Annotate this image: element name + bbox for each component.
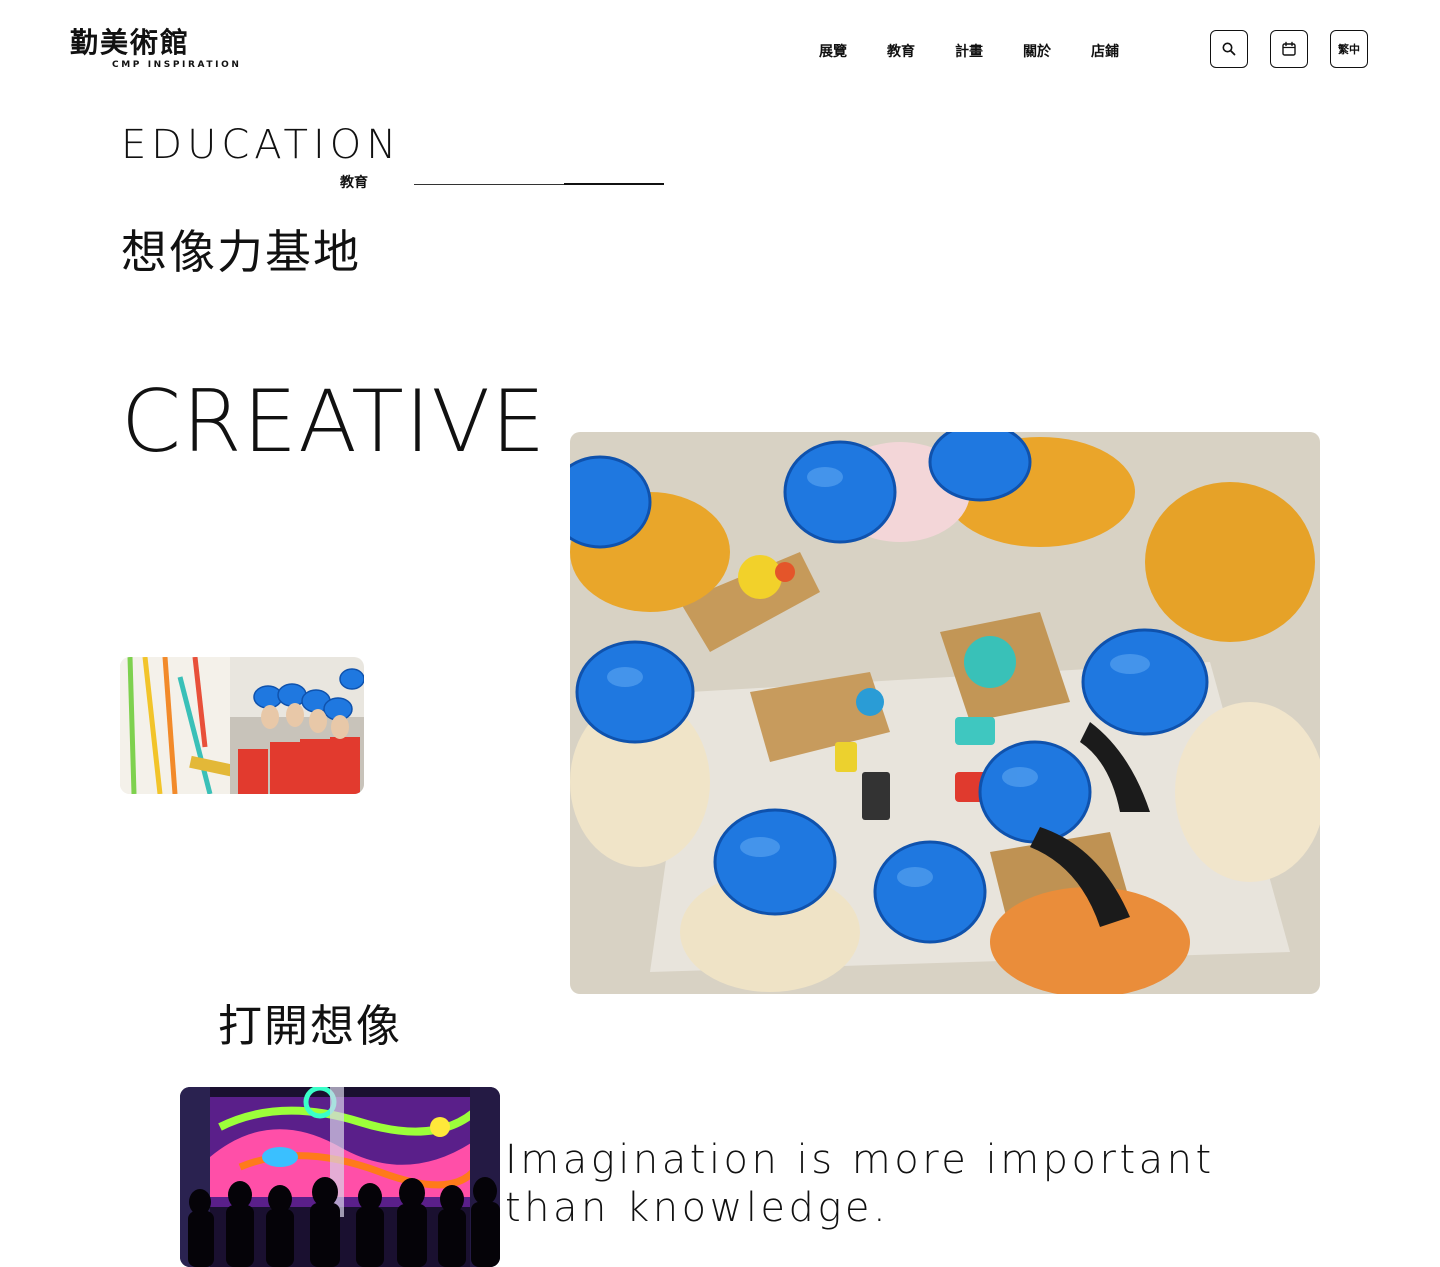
search-icon — [1222, 42, 1236, 56]
page-headline: 想像力基地 — [121, 225, 361, 279]
search-button[interactable] — [1210, 30, 1248, 68]
creative-title: CREATIVE — [121, 372, 547, 472]
wall-painting-photo — [120, 657, 364, 794]
logo-english: CMP INSPIRATION — [112, 60, 242, 70]
divider-line — [414, 184, 564, 185]
nav-item-exhibitions[interactable]: 展覽 — [819, 41, 847, 61]
section-subheadline: 打開想像 — [218, 1001, 402, 1052]
section-title: EDUCATION — [121, 122, 402, 168]
nav-item-education[interactable]: 教育 — [887, 41, 915, 61]
site-logo[interactable]: 勤美術館 CMP INSPIRATION — [70, 28, 240, 74]
language-label: 繁中 — [1338, 43, 1360, 56]
calendar-button[interactable] — [1270, 30, 1308, 68]
nav-item-shop[interactable]: 店鋪 — [1091, 41, 1119, 61]
quote-text: Imagination is more important than knowl… — [505, 1137, 1215, 1231]
divider-accent — [564, 183, 664, 185]
main-nav: 展覽 教育 計畫 關於 店鋪 — [819, 41, 1159, 61]
logo-chinese: 勤美術館 — [70, 26, 191, 59]
nav-item-about[interactable]: 關於 — [1023, 41, 1051, 61]
neon-room-photo — [180, 1087, 500, 1267]
language-switch[interactable]: 繁中 — [1330, 30, 1368, 68]
main-workshop-photo — [570, 432, 1320, 994]
nav-item-projects[interactable]: 計畫 — [955, 41, 983, 61]
section-subtitle: 教育 — [340, 175, 368, 191]
calendar-icon — [1282, 41, 1296, 56]
